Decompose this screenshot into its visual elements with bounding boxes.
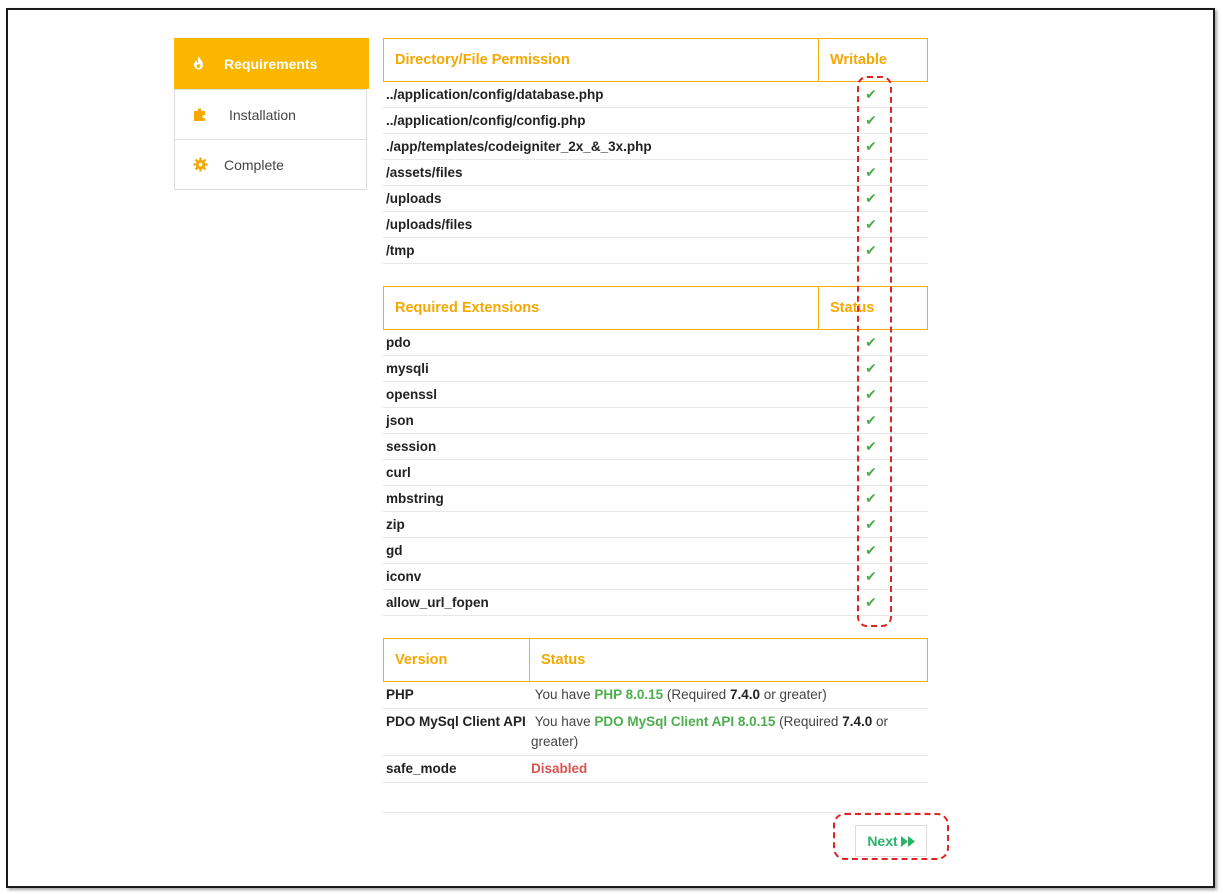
- current-version: PHP 8.0.15: [594, 687, 664, 702]
- check-icon: ✔: [865, 190, 877, 206]
- next-button-label: Next: [867, 833, 898, 849]
- permission-path: /assets/files: [386, 165, 463, 180]
- extension-name: openssl: [386, 387, 438, 402]
- table-row: gd ✔: [383, 538, 928, 564]
- check-icon: ✔: [865, 412, 877, 428]
- requirements-panel: Directory/File Permission Writable ../ap…: [383, 38, 928, 783]
- table-row: PHP You have PHP 8.0.15 (Required 7.4.0 …: [383, 682, 928, 709]
- extension-name: pdo: [386, 335, 411, 350]
- version-table-header: Version Status: [383, 638, 928, 682]
- check-icon: ✔: [865, 594, 877, 610]
- permissions-header-label: Directory/File Permission: [395, 52, 570, 68]
- permission-path: ../application/config/database.php: [386, 87, 604, 102]
- version-name: PDO MySql Client API: [386, 714, 526, 729]
- status-header-label: Status: [818, 287, 927, 329]
- extension-name: gd: [386, 543, 403, 558]
- table-row: ../application/config/config.php ✔: [383, 108, 928, 134]
- footer-divider: [383, 812, 928, 813]
- version-name: safe_mode: [386, 761, 457, 776]
- extension-name: iconv: [386, 569, 422, 584]
- version-status-header-label: Status: [529, 639, 927, 681]
- version-name: PHP: [386, 687, 414, 702]
- sidebar-item-installation[interactable]: Installation: [175, 89, 366, 139]
- version-status: You have PDO MySql Client API 8.0.15 (Re…: [531, 714, 888, 749]
- extension-name: allow_url_fopen: [386, 595, 489, 610]
- table-row: ../application/config/database.php ✔: [383, 82, 928, 108]
- check-icon: ✔: [865, 542, 877, 558]
- check-icon: ✔: [865, 112, 877, 128]
- sidebar-item-label: Installation: [229, 106, 296, 123]
- table-row: zip ✔: [383, 512, 928, 538]
- table-row: /uploads/files ✔: [383, 212, 928, 238]
- check-icon: ✔: [865, 86, 877, 102]
- permission-path: /tmp: [386, 243, 415, 258]
- check-icon: ✔: [865, 334, 877, 350]
- check-icon: ✔: [865, 138, 877, 154]
- next-button[interactable]: Next: [855, 825, 927, 857]
- table-row: /assets/files ✔: [383, 160, 928, 186]
- version-status: You have PHP 8.0.15 (Required 7.4.0 or g…: [534, 687, 827, 702]
- extension-name: zip: [386, 517, 405, 532]
- table-row: iconv ✔: [383, 564, 928, 590]
- table-row: /uploads ✔: [383, 186, 928, 212]
- table-row: PDO MySql Client API You have PDO MySql …: [383, 709, 928, 756]
- extension-name: curl: [386, 465, 411, 480]
- wizard-sidebar: Requirements Installation Complete: [174, 38, 369, 190]
- sidebar-item-label: Requirements: [224, 55, 318, 72]
- table-row: mbstring ✔: [383, 486, 928, 512]
- table-row: safe_mode Disabled: [383, 756, 928, 783]
- permissions-table-header: Directory/File Permission Writable: [383, 38, 928, 82]
- table-row: /tmp ✔: [383, 238, 928, 264]
- version-header-label: Version: [395, 652, 448, 668]
- extension-name: mysqli: [386, 361, 429, 376]
- extensions-table-header: Required Extensions Status: [383, 286, 928, 330]
- check-icon: ✔: [865, 386, 877, 402]
- fast-forward-icon: [900, 835, 915, 847]
- permission-path: ../application/config/config.php: [386, 113, 586, 128]
- fire-icon: [190, 56, 206, 72]
- table-row: session ✔: [383, 434, 928, 460]
- extension-name: json: [386, 413, 414, 428]
- extension-name: session: [386, 439, 437, 454]
- writable-header-label: Writable: [818, 39, 927, 81]
- sidebar-item-requirements[interactable]: Requirements: [174, 38, 369, 89]
- required-version: 7.4.0: [842, 714, 873, 729]
- check-icon: ✔: [865, 164, 877, 180]
- version-status: Disabled: [528, 759, 928, 779]
- version-table-body: PHP You have PHP 8.0.15 (Required 7.4.0 …: [383, 682, 928, 783]
- permissions-table-body: ../application/config/database.php ✔ ../a…: [383, 82, 928, 264]
- required-version: 7.4.0: [729, 687, 760, 702]
- check-icon: ✔: [865, 360, 877, 376]
- check-icon: ✔: [865, 438, 877, 454]
- gear-icon: [192, 157, 208, 173]
- permission-path: /uploads: [386, 191, 442, 206]
- permission-path: /uploads/files: [386, 217, 473, 232]
- check-icon: ✔: [865, 464, 877, 480]
- puzzle-icon: [192, 107, 208, 123]
- table-row: pdo ✔: [383, 330, 928, 356]
- sidebar-item-label: Complete: [224, 156, 284, 173]
- permission-path: ./app/templates/codeigniter_2x_&_3x.php: [386, 139, 652, 154]
- safe-mode-status: Disabled: [531, 761, 588, 776]
- extension-name: mbstring: [386, 491, 444, 506]
- table-row: curl ✔: [383, 460, 928, 486]
- check-icon: ✔: [865, 490, 877, 506]
- check-icon: ✔: [865, 216, 877, 232]
- check-icon: ✔: [865, 568, 877, 584]
- table-row: json ✔: [383, 408, 928, 434]
- extensions-header-label: Required Extensions: [395, 300, 540, 316]
- table-row: mysqli ✔: [383, 356, 928, 382]
- current-version: PDO MySql Client API 8.0.15: [594, 714, 776, 729]
- extensions-table-body: pdo ✔ mysqli ✔ openssl ✔ json ✔ session ✔ cur…: [383, 330, 928, 616]
- sidebar-item-complete[interactable]: Complete: [175, 139, 366, 189]
- check-icon: ✔: [865, 242, 877, 258]
- check-icon: ✔: [865, 516, 877, 532]
- table-row: ./app/templates/codeigniter_2x_&_3x.php ✔: [383, 134, 928, 160]
- table-row: allow_url_fopen ✔: [383, 590, 928, 616]
- table-row: openssl ✔: [383, 382, 928, 408]
